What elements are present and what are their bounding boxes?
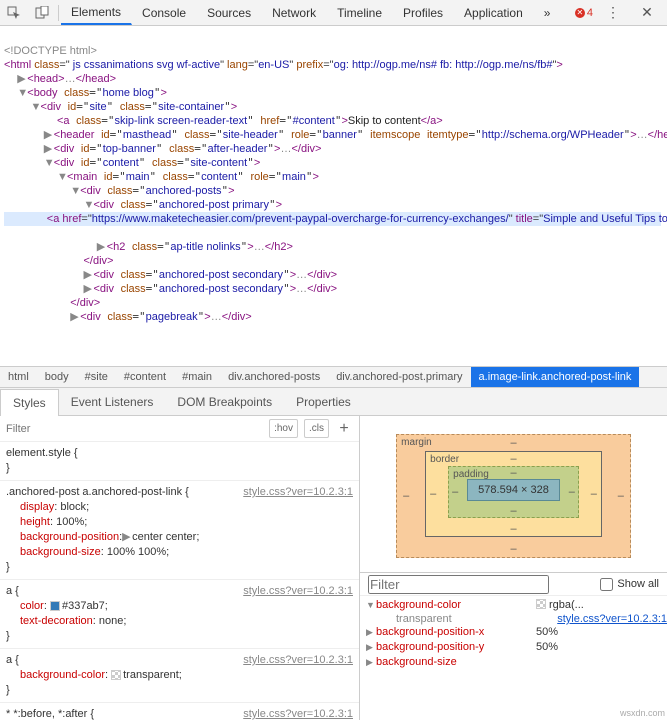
side-pane: margin – – – – border – – – – padding – …	[360, 416, 667, 720]
error-badge[interactable]: ✕4	[575, 7, 593, 19]
devtools-toolbar: Elements Console Sources Network Timelin…	[0, 0, 667, 26]
crumb-content[interactable]: #content	[116, 367, 174, 387]
crumb-site[interactable]: #site	[77, 367, 116, 387]
styles-pane[interactable]: :hov .cls + element.style {} style.css?v…	[0, 416, 360, 720]
toolbar-divider	[58, 5, 59, 21]
crumb-main[interactable]: #main	[174, 367, 220, 387]
itab-event-listeners[interactable]: Event Listeners	[59, 388, 166, 415]
rule-a-bg[interactable]: style.css?ver=10.2.3:1 a { background-co…	[0, 649, 359, 703]
crumb-body[interactable]: body	[37, 367, 77, 387]
rule-a-color[interactable]: style.css?ver=10.2.3:1 a { color: #337ab…	[0, 580, 359, 649]
crumb-anchored-post-primary[interactable]: div.anchored-post.primary	[328, 367, 470, 387]
computed-row[interactable]: ▶background-size	[360, 655, 667, 670]
close-icon[interactable]: ✕	[633, 0, 661, 26]
computed-row[interactable]: ▼background-color rgba(...	[360, 598, 667, 613]
tab-elements[interactable]: Elements	[61, 0, 132, 25]
tab-console[interactable]: Console	[132, 0, 197, 25]
box-model-content: 578.594 × 328	[467, 479, 560, 501]
styles-filter-bar: :hov .cls +	[0, 416, 359, 442]
tab-overflow[interactable]: »	[534, 0, 562, 25]
new-rule-button[interactable]: +	[335, 421, 353, 436]
device-icon[interactable]	[28, 0, 56, 26]
color-swatch[interactable]	[50, 601, 60, 611]
toolbar-tabs: Elements Console Sources Network Timelin…	[61, 0, 575, 25]
computed-filter-input[interactable]	[368, 575, 549, 594]
menu-icon[interactable]: ⋮	[599, 0, 627, 26]
color-swatch[interactable]	[111, 670, 121, 680]
breadcrumb: html body #site #content #main div.ancho…	[0, 366, 667, 388]
show-all-checkbox[interactable]: Show all	[600, 578, 659, 591]
inspect-icon[interactable]	[0, 0, 28, 26]
tab-sources[interactable]: Sources	[197, 0, 262, 25]
tab-profiles[interactable]: Profiles	[393, 0, 454, 25]
computed-row[interactable]: ▶background-position-y50%	[360, 640, 667, 655]
selected-element[interactable]: <a href="https://www.maketecheasier.com/…	[4, 212, 661, 226]
crumb-anchored-posts[interactable]: div.anchored-posts	[220, 367, 328, 387]
source-link[interactable]: style.css?ver=10.2.3:1	[243, 707, 353, 720]
rule-element-style[interactable]: element.style {}	[0, 442, 359, 481]
source-link[interactable]: style.css?ver=10.2.3:1	[243, 584, 353, 599]
computed-sub[interactable]: transparent style.css?ver=10.2.3:1	[360, 613, 667, 625]
toolbar-right: ✕4 ⋮ ✕	[575, 0, 667, 26]
itab-properties[interactable]: Properties	[284, 388, 363, 415]
sidebar-tabs: Styles Event Listeners DOM Breakpoints P…	[0, 388, 667, 416]
itab-dom-breakpoints[interactable]: DOM Breakpoints	[165, 388, 284, 415]
tab-timeline[interactable]: Timeline	[327, 0, 393, 25]
box-model[interactable]: margin – – – – border – – – – padding – …	[360, 416, 667, 572]
hov-toggle[interactable]: :hov	[269, 419, 298, 438]
source-link[interactable]: style.css?ver=10.2.3:1	[243, 485, 353, 500]
rule-universal[interactable]: style.css?ver=10.2.3:1 * *:before, *:aft…	[0, 703, 359, 720]
elements-panel[interactable]: <!DOCTYPE html> <html class=" js cssanim…	[0, 26, 667, 366]
lower-panels: :hov .cls + element.style {} style.css?v…	[0, 416, 667, 720]
computed-row[interactable]: ▶background-position-x50%	[360, 625, 667, 640]
tab-network[interactable]: Network	[262, 0, 327, 25]
crumb-selected[interactable]: a.image-link.anchored-post-link	[471, 367, 640, 387]
source-link[interactable]: style.css?ver=10.2.3:1	[243, 653, 353, 668]
tab-application[interactable]: Application	[454, 0, 534, 25]
watermark: wsxdn.com	[620, 708, 665, 718]
computed-filter-bar: Show all	[360, 572, 667, 596]
cls-toggle[interactable]: .cls	[304, 419, 329, 438]
rule-anchored-post-link[interactable]: style.css?ver=10.2.3:1 .anchored-post a.…	[0, 481, 359, 580]
crumb-html[interactable]: html	[0, 367, 37, 387]
source-link[interactable]: style.css?ver=10.2.3:1	[557, 613, 667, 625]
doctype: <!DOCTYPE html>	[4, 45, 97, 57]
computed-list[interactable]: ▼background-color rgba(... transparent s…	[360, 596, 667, 720]
styles-filter-input[interactable]	[6, 423, 106, 435]
itab-styles[interactable]: Styles	[0, 389, 59, 416]
